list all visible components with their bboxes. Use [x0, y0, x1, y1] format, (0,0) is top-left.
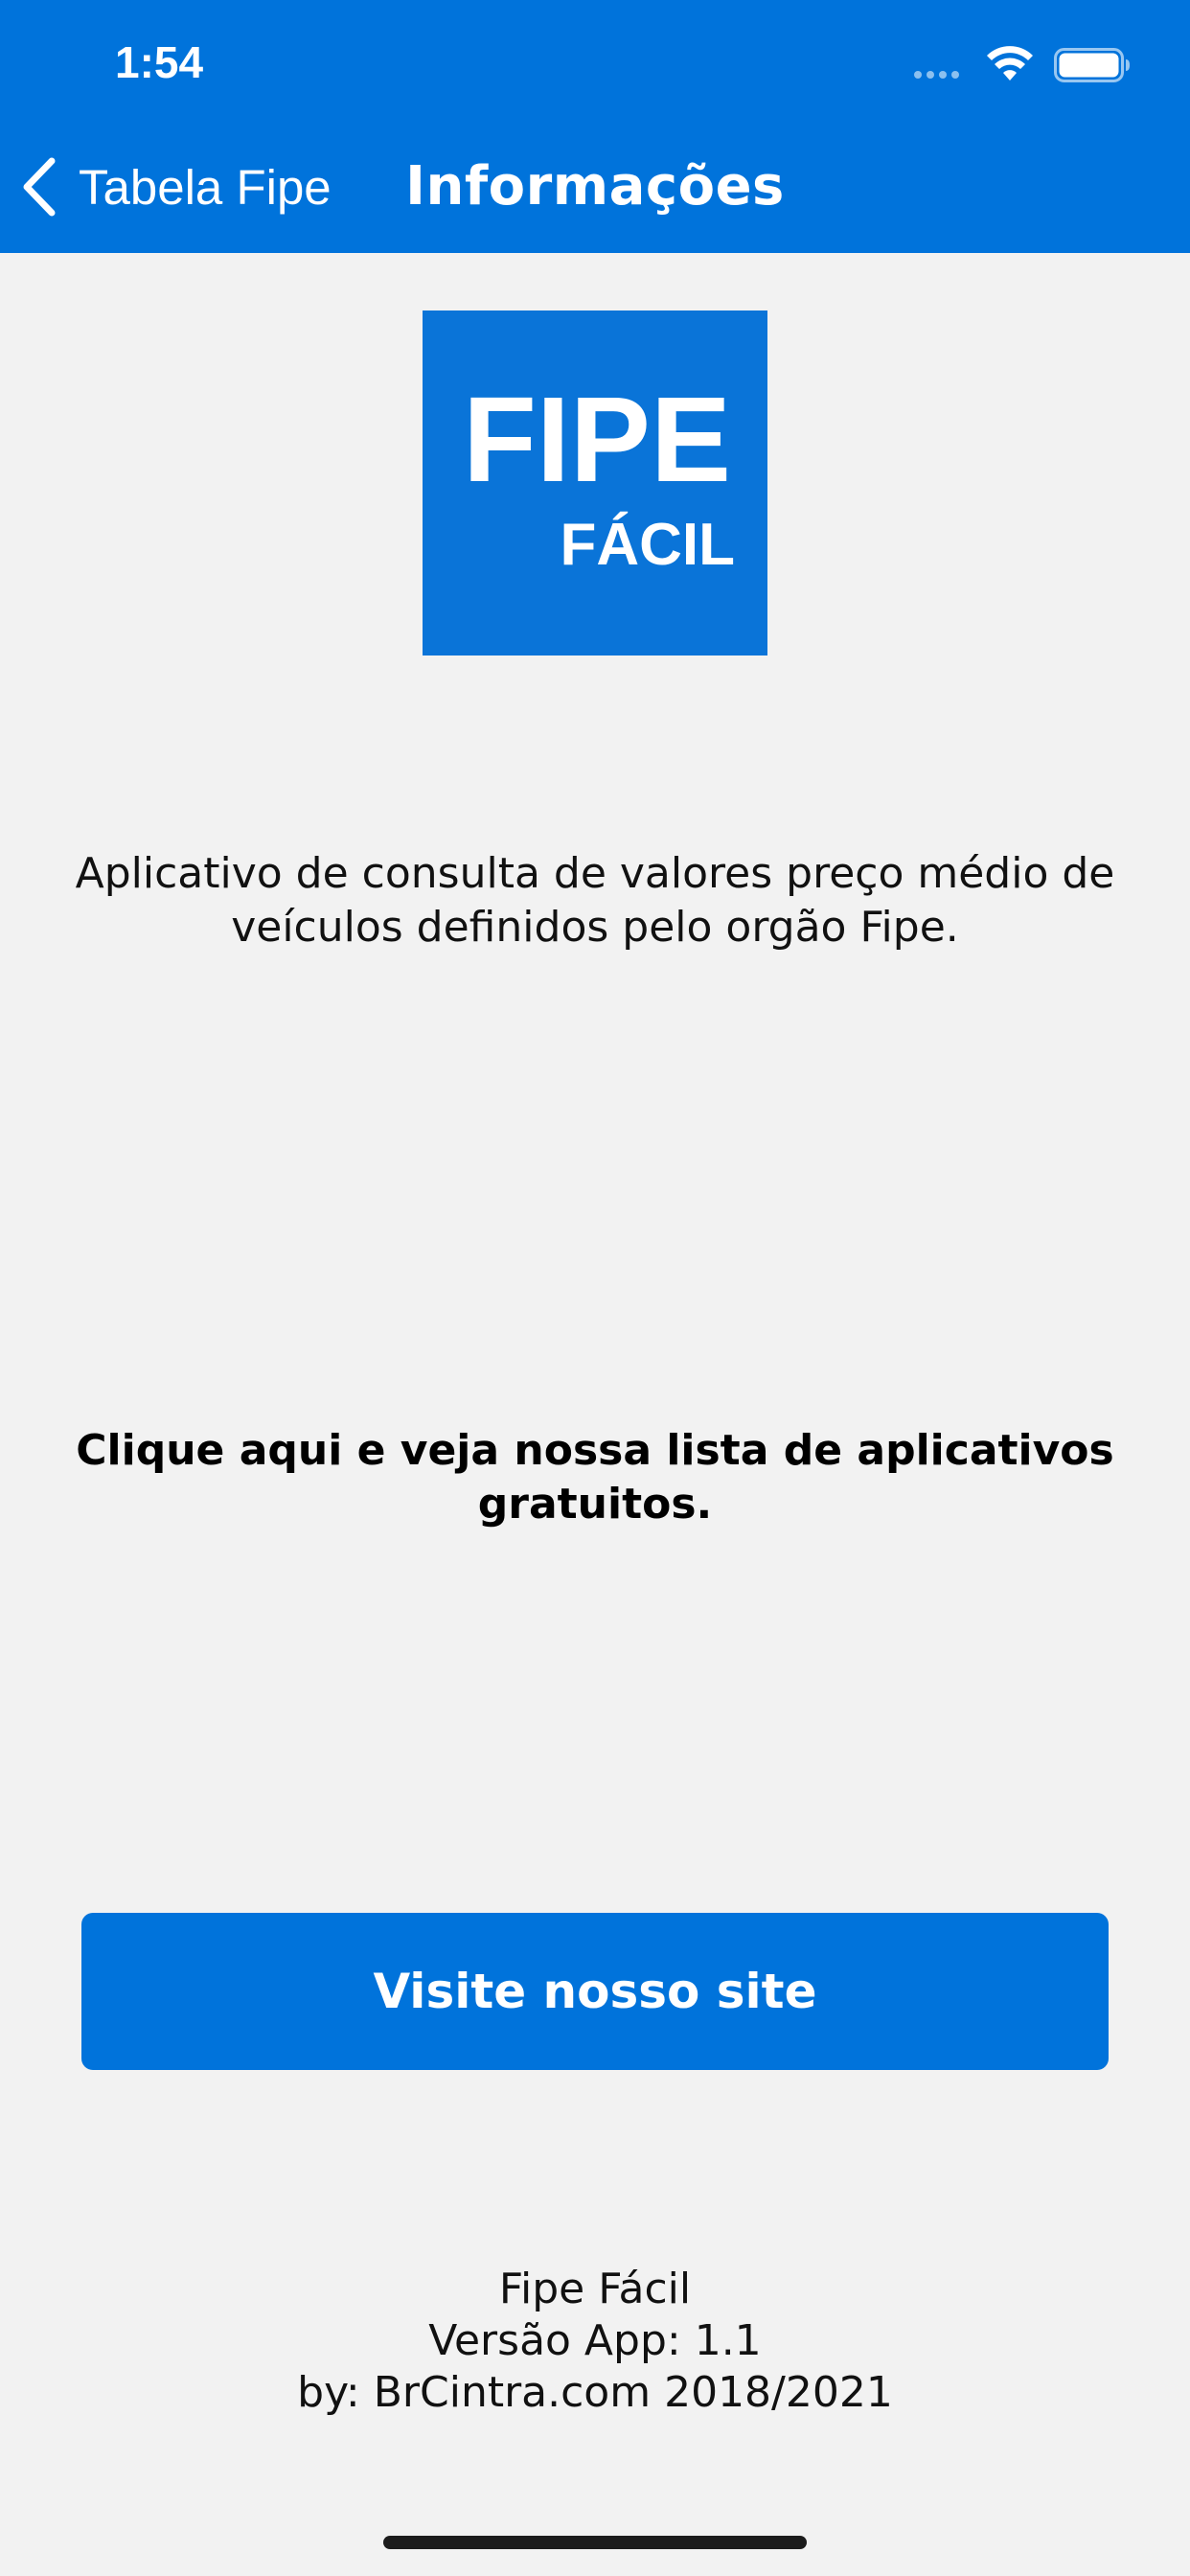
- wifi-icon: [987, 46, 1033, 80]
- visit-site-button[interactable]: Visite nosso site: [81, 1913, 1109, 2070]
- status-time: 1:54: [115, 37, 204, 87]
- footer-info: Fipe Fácil Versão App: 1.1 by: BrCintra.…: [0, 2264, 1190, 2419]
- battery-icon: [1054, 48, 1130, 82]
- app-logo: FIPE FÁCIL: [423, 310, 767, 656]
- logo-text-facil: FÁCIL: [560, 512, 735, 578]
- app-description: Aplicativo de consulta de valores preço …: [75, 849, 1115, 952]
- navigation-bar: 1:54 Tabela Fipe Informações: [0, 0, 1190, 253]
- free-apps-link[interactable]: Clique aqui e veja nossa lista de aplica…: [57, 1424, 1133, 1531]
- footer-credits: by: BrCintra.com 2018/2021: [297, 2368, 893, 2417]
- footer-app-name: Fipe Fácil: [498, 2265, 692, 2313]
- footer-version: Versão App: 1.1: [428, 2316, 762, 2365]
- home-indicator[interactable]: [383, 2536, 807, 2549]
- cellular-signal-icon: [914, 71, 959, 79]
- logo-text-fipe: FIPE: [462, 372, 731, 507]
- page-title: Informações: [405, 155, 785, 218]
